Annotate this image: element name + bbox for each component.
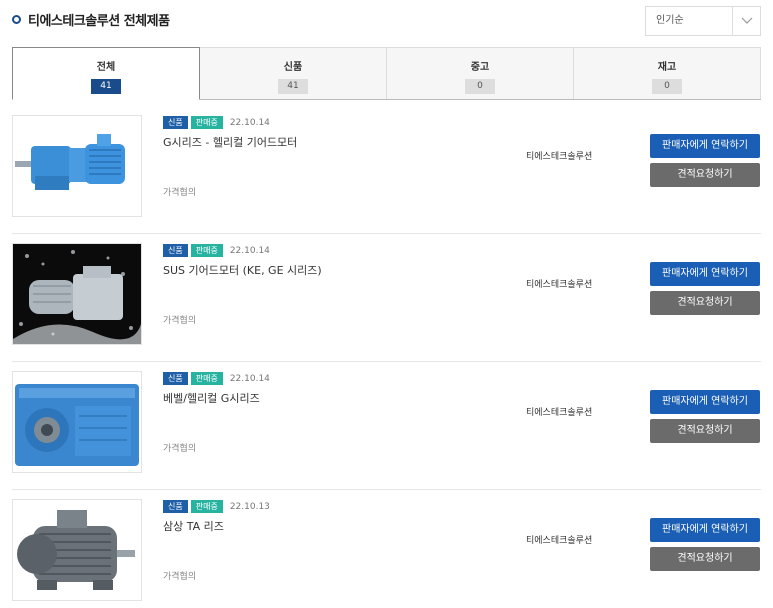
product-price: 가격협의 <box>163 572 197 582</box>
new-badge: 신품 <box>163 116 188 129</box>
product-price: 가격협의 <box>163 444 197 454</box>
sort-dropdown-button[interactable] <box>732 7 760 35</box>
status-badge: 판매중 <box>190 500 223 513</box>
product-item: 신품 판매중 22.10.14 G시리즈 - 헬리컬 기어드모터 가격협의 티에… <box>12 106 761 234</box>
product-item: 신품 판매중 22.10.14 SUS 기어드모터 (KE, GE 시리즈) 가… <box>12 234 761 362</box>
badge-row: 신품 판매중 22.10.13 <box>163 500 270 513</box>
status-badge: 판매중 <box>190 116 223 129</box>
contact-seller-button[interactable]: 판매자에게 연락하기 <box>650 518 760 542</box>
tab-label: 재고 <box>657 62 677 73</box>
tab-all[interactable]: 전체 41 <box>12 47 200 100</box>
title-wrap: 티에스테크솔루션 전체제품 <box>12 10 170 29</box>
seller-name: 티에스테크솔루션 <box>526 408 593 418</box>
section-header: 티에스테크솔루션 전체제품 인기순 <box>12 6 761 36</box>
seller-name: 티에스테크솔루션 <box>526 152 593 162</box>
request-quote-button[interactable]: 견적요청하기 <box>650 547 760 571</box>
tab-label: 신품 <box>283 62 303 73</box>
post-date: 22.10.13 <box>229 501 270 512</box>
request-quote-button[interactable]: 견적요청하기 <box>650 419 760 443</box>
post-date: 22.10.14 <box>229 245 270 256</box>
product-image[interactable] <box>12 115 142 217</box>
circle-bullet-icon <box>12 15 21 24</box>
product-price: 가격협의 <box>163 188 197 198</box>
status-badge: 판매중 <box>190 244 223 257</box>
product-price: 가격협의 <box>163 316 197 326</box>
tab-used[interactable]: 중고 0 <box>387 47 574 99</box>
product-item: 신품 판매중 22.10.14 베벨/헬리컬 G시리즈 가격협의 티에스테크솔루… <box>12 362 761 490</box>
contact-seller-button[interactable]: 판매자에게 연락하기 <box>650 262 760 286</box>
tab-count: 41 <box>278 79 308 94</box>
badge-row: 신품 판매중 22.10.14 <box>163 116 270 129</box>
contact-seller-button[interactable]: 판매자에게 연락하기 <box>650 134 760 158</box>
product-image[interactable] <box>12 499 142 601</box>
tab-stock[interactable]: 재고 0 <box>574 47 761 99</box>
tab-label: 전체 <box>96 62 116 73</box>
tab-count: 41 <box>91 79 121 94</box>
tab-label: 중고 <box>470 62 490 73</box>
product-name-link[interactable]: 삼상 TA 리즈 <box>163 518 224 534</box>
badge-row: 신품 판매중 22.10.14 <box>163 372 270 385</box>
seller-name: 티에스테크솔루션 <box>526 280 593 290</box>
contact-seller-button[interactable]: 판매자에게 연락하기 <box>650 390 760 414</box>
product-image[interactable] <box>12 243 142 345</box>
sort-select[interactable]: 인기순 <box>645 6 761 36</box>
product-name-link[interactable]: 베벨/헬리컬 G시리즈 <box>163 390 260 406</box>
seller-name: 티에스테크솔루션 <box>526 536 593 546</box>
badge-row: 신품 판매중 22.10.14 <box>163 244 270 257</box>
product-name-link[interactable]: SUS 기어드모터 (KE, GE 시리즈) <box>163 262 322 278</box>
new-badge: 신품 <box>163 244 188 257</box>
sort-selected-value: 인기순 <box>656 15 684 26</box>
new-badge: 신품 <box>163 372 188 385</box>
new-badge: 신품 <box>163 500 188 513</box>
post-date: 22.10.14 <box>229 117 270 128</box>
product-image[interactable] <box>12 371 142 473</box>
product-name-link[interactable]: G시리즈 - 헬리컬 기어드모터 <box>163 134 297 150</box>
request-quote-button[interactable]: 견적요청하기 <box>650 163 760 187</box>
request-quote-button[interactable]: 견적요청하기 <box>650 291 760 315</box>
tab-count: 0 <box>652 79 682 94</box>
page-title: 티에스테크솔루션 전체제품 <box>28 14 170 29</box>
product-item: 신품 판매중 22.10.13 삼상 TA 리즈 가격협의 티에스테크솔루션 판… <box>12 490 761 608</box>
chevron-down-icon <box>741 17 752 24</box>
post-date: 22.10.14 <box>229 373 270 384</box>
tab-new[interactable]: 신품 41 <box>200 47 387 99</box>
tab-count: 0 <box>465 79 495 94</box>
product-tabs: 전체 41 신품 41 중고 0 재고 0 <box>12 47 761 100</box>
status-badge: 판매중 <box>190 372 223 385</box>
